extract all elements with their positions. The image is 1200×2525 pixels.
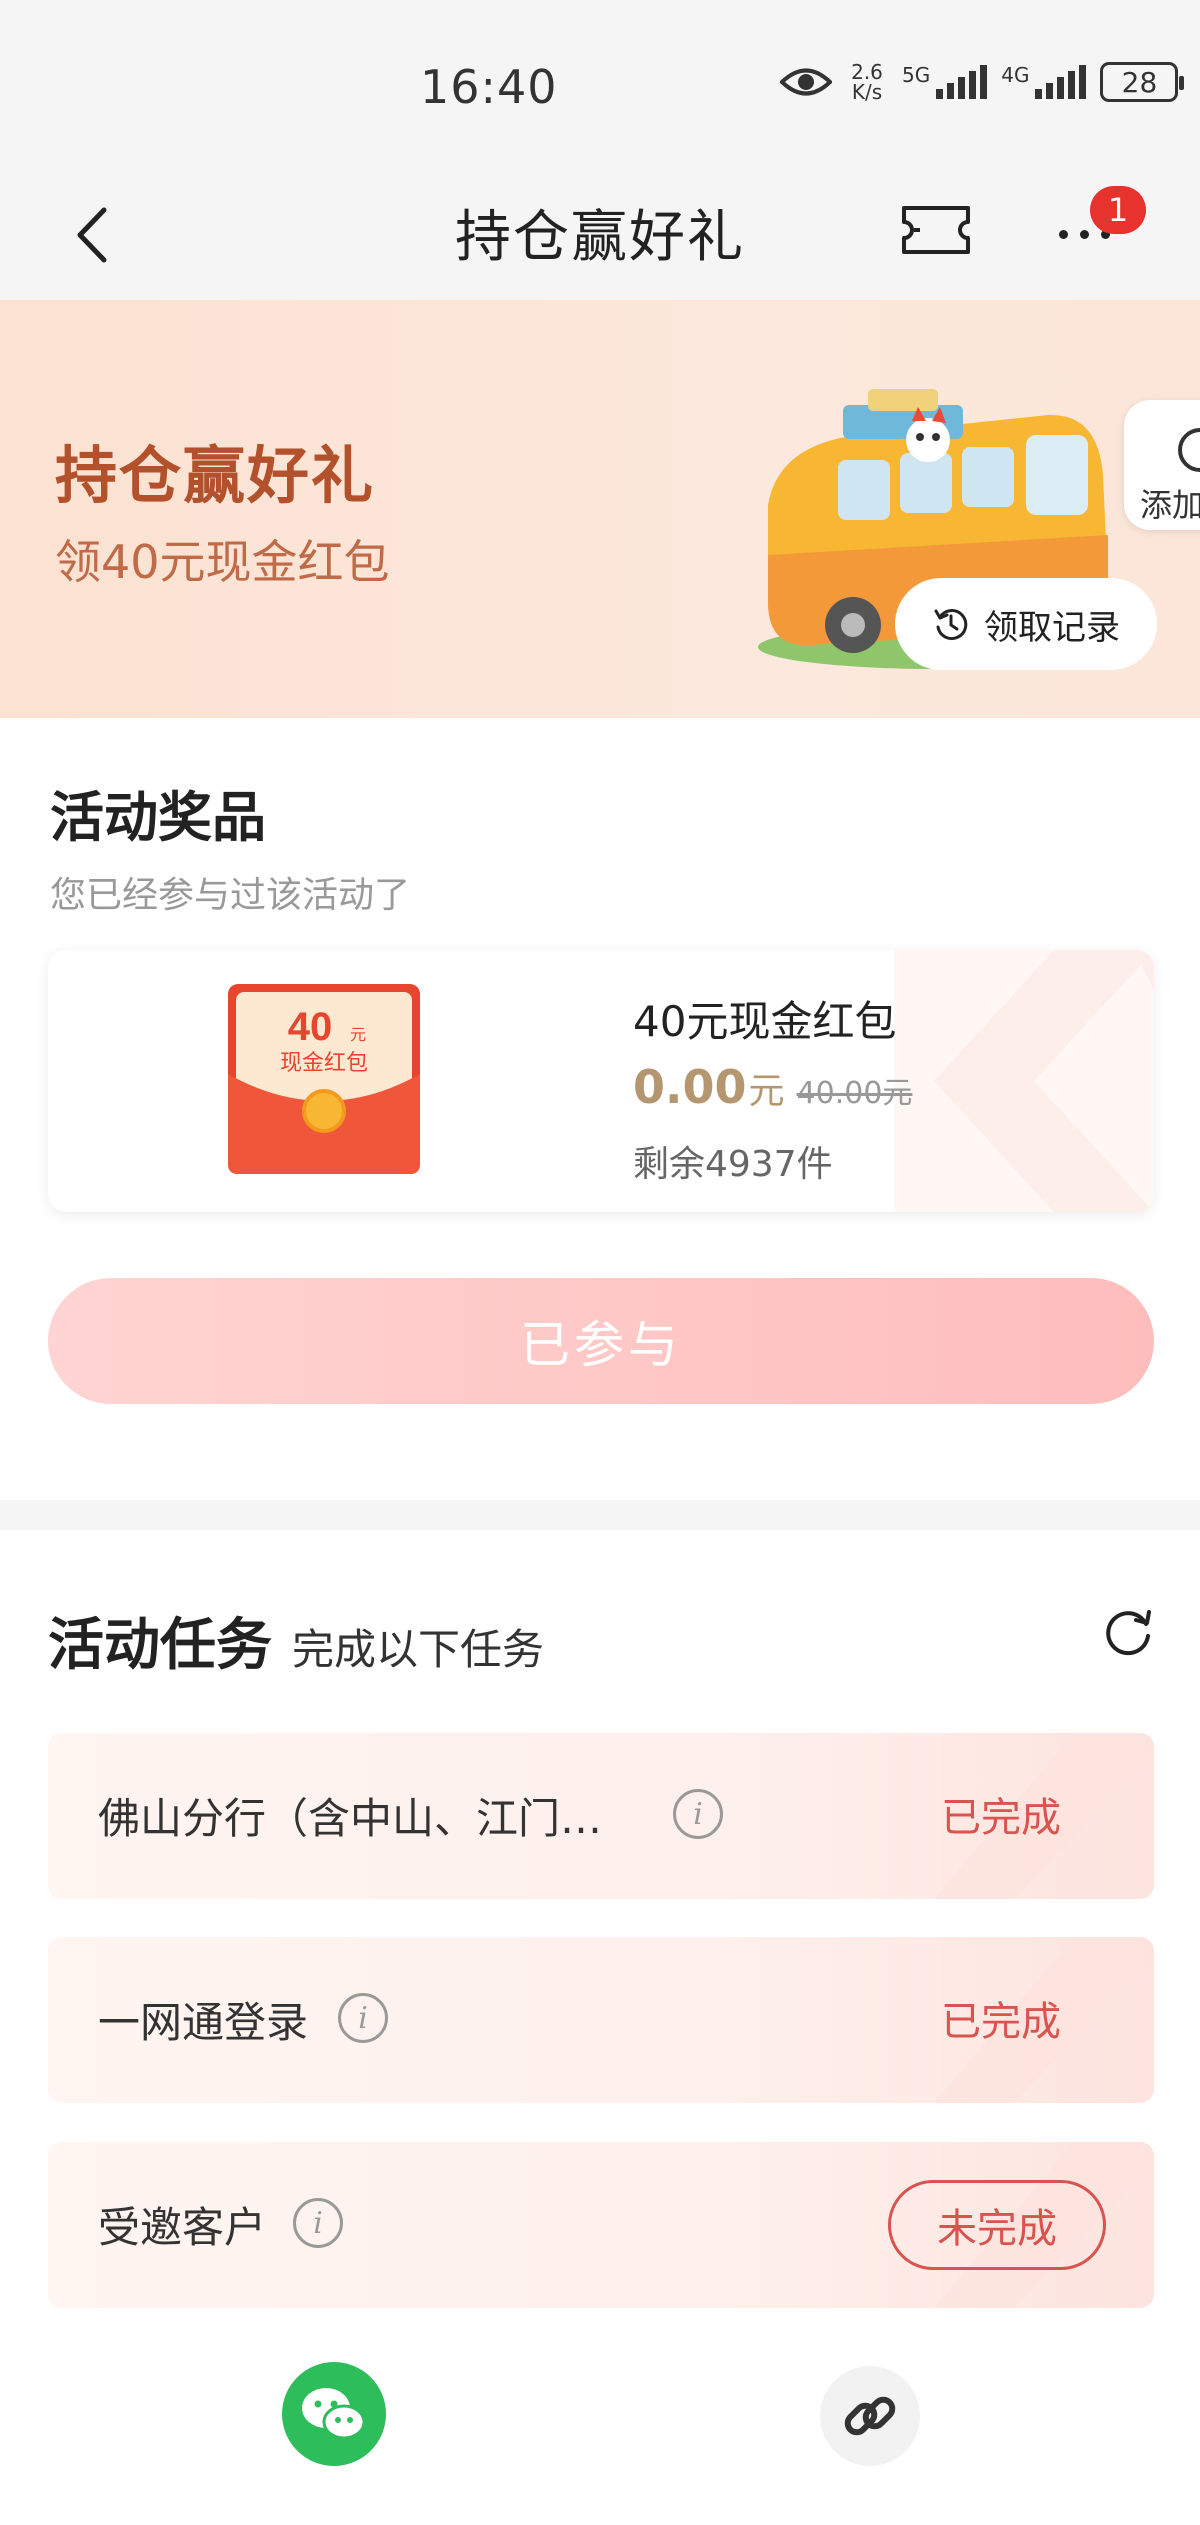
envelope-amount: 40: [288, 1005, 333, 1049]
task-section-subtitle: 完成以下任务: [292, 1625, 545, 1674]
task-incomplete-button[interactable]: 未完成: [888, 2180, 1106, 2270]
info-icon[interactable]: i: [293, 2198, 343, 2248]
red-envelope-icon: 40 元 现金红包: [228, 984, 420, 1174]
signal-5g: 5G: [902, 63, 988, 99]
claim-record-label: 领取记录: [984, 607, 1120, 648]
banner-title: 持仓赢好礼: [55, 439, 376, 512]
claim-record-button[interactable]: 领取记录: [895, 578, 1157, 670]
card-chevron-decoration: [894, 950, 1154, 1212]
notification-badge: 1: [1090, 186, 1146, 234]
prize-card[interactable]: 40 元 现金红包 40元现金红包 0.00 元 40.00元 剩余4937件: [48, 950, 1154, 1212]
clock-icon: [1178, 428, 1200, 472]
info-icon[interactable]: i: [673, 1789, 723, 1839]
wechat-share-button[interactable]: [282, 2362, 386, 2466]
hero-banner: 持仓赢好礼 领40元现金红包 添加 领取记录: [0, 300, 1200, 718]
network-speed-value: 2.6: [851, 60, 883, 84]
status-icons: 2.6 K/s 5G 4G 28: [780, 62, 1185, 102]
joined-button[interactable]: 已参与: [48, 1278, 1154, 1404]
more-button[interactable]: 1: [1055, 186, 1146, 270]
task-status: 已完成: [941, 1795, 1061, 1841]
envelope-unit: 元: [350, 1027, 366, 1044]
signal-bars-icon: [936, 65, 988, 99]
link-icon: [844, 2396, 896, 2436]
task-status: 已完成: [941, 1999, 1061, 2045]
prize-name: 40元现金红包: [633, 997, 897, 1046]
participation-note: 您已经参与过该活动了: [50, 875, 411, 916]
stock-remaining: 剩余4937件: [633, 1144, 833, 1185]
wechat-icon: [302, 2388, 366, 2440]
task-item[interactable]: 受邀客户 i 未完成: [48, 2142, 1154, 2308]
current-price: 0.00: [633, 1060, 747, 1114]
task-header: 活动任务 完成以下任务: [48, 1600, 544, 1681]
task-name: 佛山分行（含中山、江门…: [98, 1794, 603, 1843]
history-icon: [934, 609, 968, 641]
task-section: 活动任务 完成以下任务 佛山分行（含中山、江门… i 已完成 一网通登录 i 已…: [0, 1530, 1200, 2525]
current-price-unit: 元: [748, 1071, 785, 1112]
add-to-home-button[interactable]: 添加: [1124, 400, 1200, 530]
network-speed-unit: K/s: [851, 80, 883, 104]
original-price: 40.00元: [796, 1076, 913, 1111]
status-time: 16:40: [420, 60, 558, 114]
signal-4g-label: 4G: [1001, 63, 1030, 87]
eye-icon: [780, 68, 832, 96]
refresh-icon[interactable]: [1100, 1606, 1156, 1662]
ticket-icon[interactable]: [900, 200, 972, 260]
page-title: 持仓赢好礼: [455, 205, 745, 270]
task-name: 受邀客户: [98, 2203, 267, 2252]
prize-section: 活动奖品 您已经参与过该活动了 40 元 现金红包 40元现金红包 0.00 元…: [0, 718, 1200, 1500]
info-icon[interactable]: i: [338, 1993, 388, 2043]
task-item[interactable]: 一网通登录 i 已完成: [48, 1937, 1154, 2103]
signal-5g-label: 5G: [902, 63, 931, 87]
nav-bar: 持仓赢好礼 1: [0, 170, 1200, 300]
network-speed: 2.6 K/s: [846, 62, 888, 102]
price-row: 0.00 元 40.00元: [633, 1060, 912, 1114]
copy-link-button[interactable]: [820, 2366, 920, 2466]
task-name: 一网通登录: [98, 1998, 309, 2047]
signal-bars-icon: [1035, 65, 1087, 99]
add-label: 添加: [1140, 486, 1200, 524]
envelope-label: 现金红包: [280, 1051, 368, 1076]
status-bar: 16:40 2.6 K/s 5G 4G 28: [0, 0, 1200, 170]
signal-4g: 4G: [1001, 63, 1087, 99]
task-item[interactable]: 佛山分行（含中山、江门… i 已完成: [48, 1733, 1154, 1899]
battery-icon: 28: [1100, 62, 1185, 102]
banner-subtitle: 领40元现金红包: [55, 535, 390, 589]
task-section-title: 活动任务: [48, 1613, 272, 1678]
prize-section-title: 活动奖品: [50, 786, 266, 849]
